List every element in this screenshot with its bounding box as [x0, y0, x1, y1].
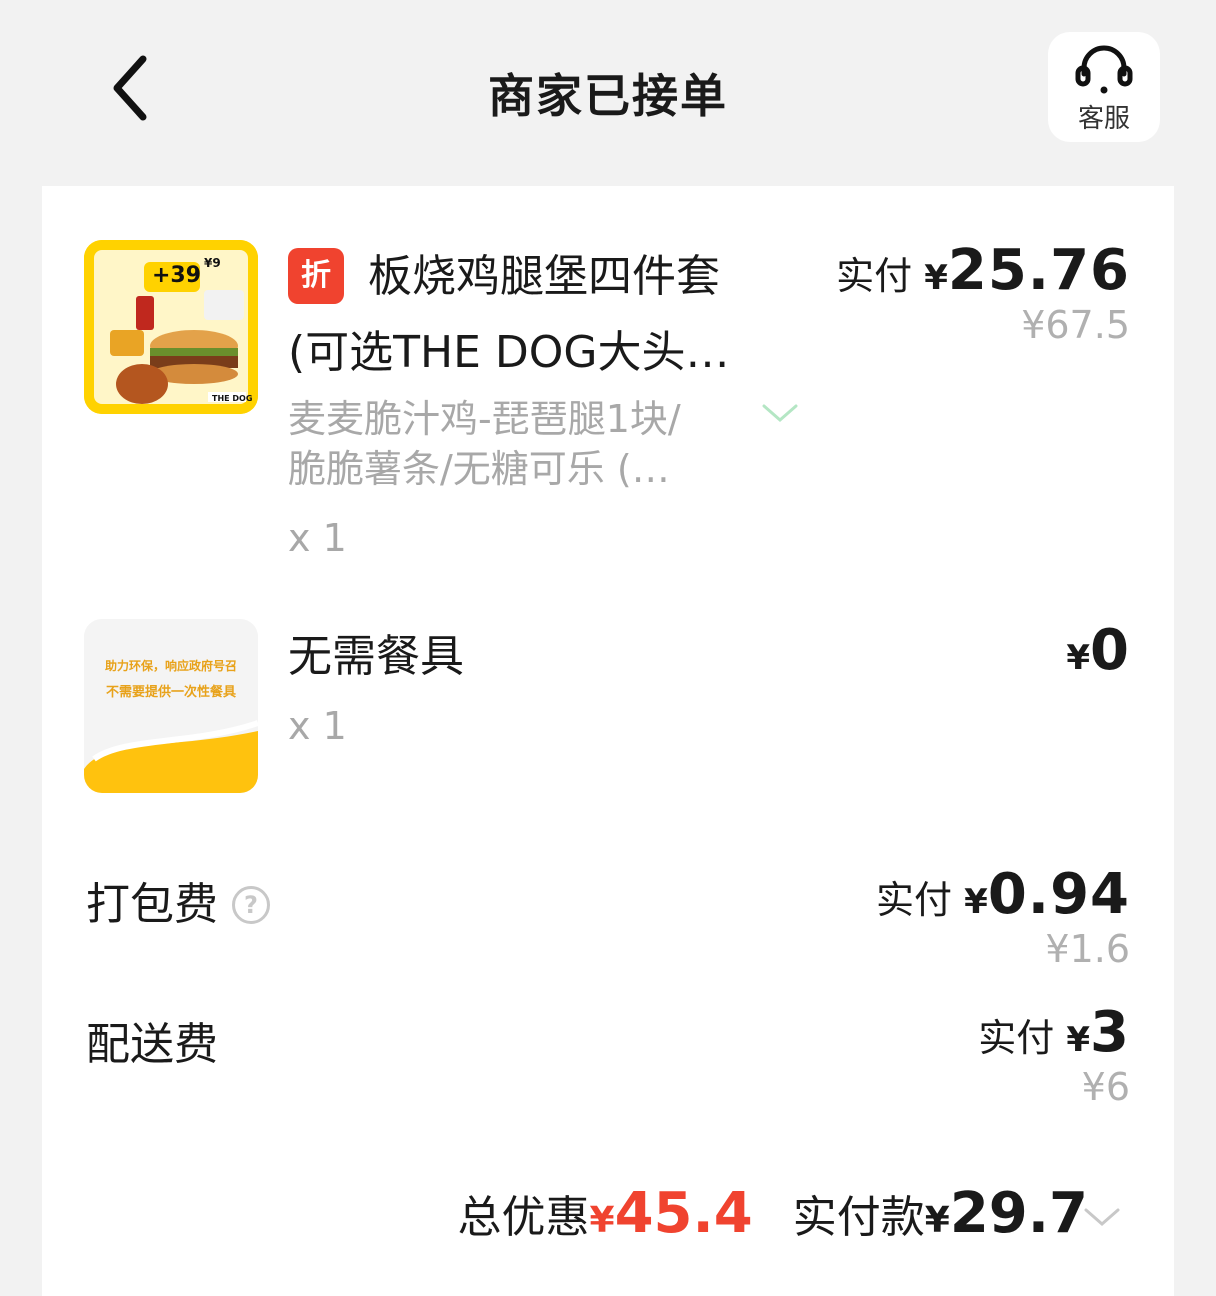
pay-price: 实付 ¥3 [978, 1000, 1130, 1065]
original-price: ¥1.6 [1045, 927, 1130, 971]
pay-amount: 25.76 [947, 238, 1130, 303]
total-discount-amount: 45.4 [614, 1181, 753, 1246]
pay-price: 实付 ¥25.76 [836, 238, 1130, 303]
item-qty: x 1 [288, 516, 347, 560]
item-spec[interactable]: 麦麦脆汁鸡-琵琶腿1块/ 脆脆薯条/无糖可乐 (… [288, 394, 718, 494]
item-spec-line1: 麦麦脆汁鸡-琵琶腿1块/ [288, 397, 681, 441]
item-name-line1: 折板烧鸡腿堡四件套 [288, 238, 720, 316]
help-icon[interactable]: ? [232, 886, 270, 924]
item-name: 无需餐具 [288, 631, 464, 682]
chevron-down-icon[interactable] [760, 398, 800, 428]
item-spec-line2: 脆脆薯条/无糖可乐 (… [288, 447, 670, 491]
eco-line2: 不需要提供一次性餐具 [105, 685, 236, 700]
product-image[interactable]: 助力环保，响应政府号召 不需要提供一次性餐具 [84, 619, 258, 793]
total-pay: ¥29.7 [924, 1181, 1088, 1246]
delivery-fee-price: 实付 ¥3 ¥6 [978, 1000, 1130, 1109]
pay-price: ¥0 [1066, 618, 1130, 683]
order-card: +39 ¥9 THE DOG 折板烧鸡腿堡四件套 (可选THE DOG大头… 麦… [42, 186, 1174, 1296]
pay-price: 实付 ¥0.94 [876, 862, 1130, 927]
pay-label: 实付 [836, 254, 913, 298]
pay-amount: 3 [1090, 1000, 1130, 1065]
discount-tag: 折 [288, 248, 344, 304]
headset-icon [1075, 45, 1133, 94]
currency-symbol: ¥ [589, 1200, 615, 1241]
packaging-fee-label: 打包费? [86, 868, 270, 932]
eco-illustration [84, 619, 258, 793]
pay-amount: 0 [1090, 618, 1130, 683]
total-pay-label: 实付款 [792, 1192, 925, 1243]
total-discount-label: 总优惠 [457, 1192, 590, 1243]
total-pay-amount: 29.7 [949, 1181, 1088, 1246]
price-suffix: ¥9 [204, 256, 221, 270]
price-badge: +39 [152, 263, 202, 288]
currency-symbol: ¥ [1066, 1020, 1091, 1060]
currency-symbol: ¥ [964, 882, 988, 922]
currency-symbol: ¥ [924, 1200, 950, 1241]
service-label: 客服 [1077, 104, 1130, 134]
currency-symbol: ¥ [1066, 638, 1091, 678]
total-discount: ¥45.4 [589, 1181, 753, 1246]
header: 商家已接单 客服 [0, 0, 1216, 180]
order-summary[interactable]: 总优惠¥45.4 实付款¥29.7 [458, 1181, 1088, 1246]
delivery-fee-label: 配送费 [86, 1019, 218, 1070]
item-qty: x 1 [288, 704, 347, 748]
pay-label: 实付 [876, 878, 953, 922]
original-price: ¥67.5 [1021, 303, 1130, 347]
original-price: ¥6 [1081, 1065, 1130, 1109]
item-name-text: 板烧鸡腿堡四件套 [368, 251, 720, 302]
chevron-down-icon[interactable] [1082, 1202, 1122, 1232]
brand-label: THE DOG [212, 394, 253, 403]
currency-symbol: ¥ [924, 258, 948, 298]
customer-service-button[interactable]: 客服 [1048, 32, 1160, 142]
product-image[interactable]: +39 ¥9 THE DOG [84, 240, 258, 414]
item-price: 实付 ¥25.76 ¥67.5 [836, 238, 1130, 347]
page-title: 商家已接单 [488, 69, 728, 123]
eco-line1: 助力环保，响应政府号召 [104, 659, 237, 673]
fee-label-text: 打包费 [86, 879, 218, 930]
packaging-fee-price: 实付 ¥0.94 ¥1.6 [876, 862, 1130, 971]
item-price: ¥0 [1066, 618, 1130, 683]
pay-label: 实付 [978, 1016, 1055, 1060]
pay-amount: 0.94 [987, 862, 1130, 927]
item-name-line2: (可选THE DOG大头… [288, 327, 730, 378]
